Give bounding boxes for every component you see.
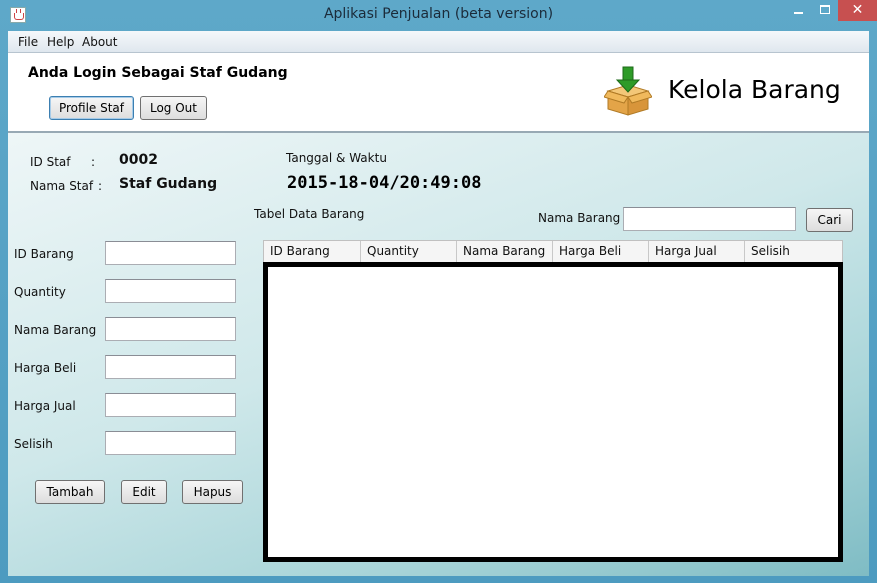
menu-help[interactable]: Help: [47, 35, 74, 49]
client-area: File Help About Anda Login Sebagai Staf …: [8, 31, 869, 576]
selisih-input[interactable]: [105, 431, 236, 455]
datetime-value: 2015-18-04/20:49:08: [287, 173, 482, 193]
header-panel: Anda Login Sebagai Staf Gudang Profile S…: [8, 53, 869, 133]
search-label: Nama Barang: [538, 211, 621, 225]
main-panel: ID Staf : 0002 Nama Staf : Staf Gudang T…: [8, 133, 869, 576]
column-header-id-barang[interactable]: ID Barang: [264, 241, 361, 263]
search-button[interactable]: Cari: [806, 208, 853, 232]
minimize-icon: [794, 12, 803, 14]
quantity-input[interactable]: [105, 279, 236, 303]
table-header: ID Barang Quantity Nama Barang Harga Bel…: [263, 240, 843, 263]
close-button[interactable]: ✕: [838, 0, 877, 21]
field-label-harga-jual: Harga Jual: [14, 399, 76, 413]
title-bar[interactable]: Aplikasi Penjualan (beta version) ✕: [0, 0, 877, 31]
items-table: ID Barang Quantity Nama Barang Harga Bel…: [263, 240, 843, 562]
staff-id-value: 0002: [119, 152, 158, 168]
menu-file[interactable]: File: [18, 35, 38, 49]
nama-barang-input[interactable]: [105, 317, 236, 341]
staff-name-separator: :: [98, 179, 103, 193]
column-header-harga-jual[interactable]: Harga Jual: [649, 241, 745, 263]
field-label-id-barang: ID Barang: [14, 247, 74, 261]
field-label-quantity: Quantity: [14, 285, 66, 299]
table-body[interactable]: [263, 262, 843, 562]
column-header-quantity[interactable]: Quantity: [361, 241, 457, 263]
search-input[interactable]: [623, 207, 796, 231]
staff-name-value: Staf Gudang: [119, 176, 218, 192]
menu-bar: File Help About: [8, 31, 869, 53]
logout-button[interactable]: Log Out: [140, 96, 207, 120]
staff-name-label: Nama Staf: [30, 179, 94, 193]
delete-button[interactable]: Hapus: [182, 480, 243, 504]
column-header-harga-beli[interactable]: Harga Beli: [553, 241, 649, 263]
harga-jual-input[interactable]: [105, 393, 236, 417]
field-label-nama-barang: Nama Barang: [14, 323, 97, 337]
login-status-text: Anda Login Sebagai Staf Gudang: [28, 65, 288, 81]
id-barang-input[interactable]: [105, 241, 236, 265]
table-title: Tabel Data Barang: [254, 207, 365, 221]
app-window: Aplikasi Penjualan (beta version) ✕ File…: [0, 0, 877, 583]
edit-button[interactable]: Edit: [121, 480, 167, 504]
field-label-selisih: Selisih: [14, 437, 53, 451]
page-heading: Kelola Barang: [668, 75, 841, 104]
maximize-button[interactable]: [812, 0, 838, 21]
harga-beli-input[interactable]: [105, 355, 236, 379]
maximize-icon: [820, 5, 830, 14]
column-header-selisih[interactable]: Selisih: [745, 241, 842, 263]
column-header-nama-barang[interactable]: Nama Barang: [457, 241, 553, 263]
staff-id-separator: :: [91, 155, 96, 169]
profile-staff-button[interactable]: Profile Staf: [49, 96, 134, 120]
add-button[interactable]: Tambah: [35, 480, 105, 504]
box-download-icon: [604, 66, 652, 116]
minimize-button[interactable]: [785, 0, 812, 21]
window-title: Aplikasi Penjualan (beta version): [323, 6, 554, 22]
menu-about[interactable]: About: [82, 35, 117, 49]
field-label-harga-beli: Harga Beli: [14, 361, 77, 375]
staff-id-label: ID Staf: [30, 155, 71, 169]
datetime-label: Tanggal & Waktu: [286, 151, 387, 165]
